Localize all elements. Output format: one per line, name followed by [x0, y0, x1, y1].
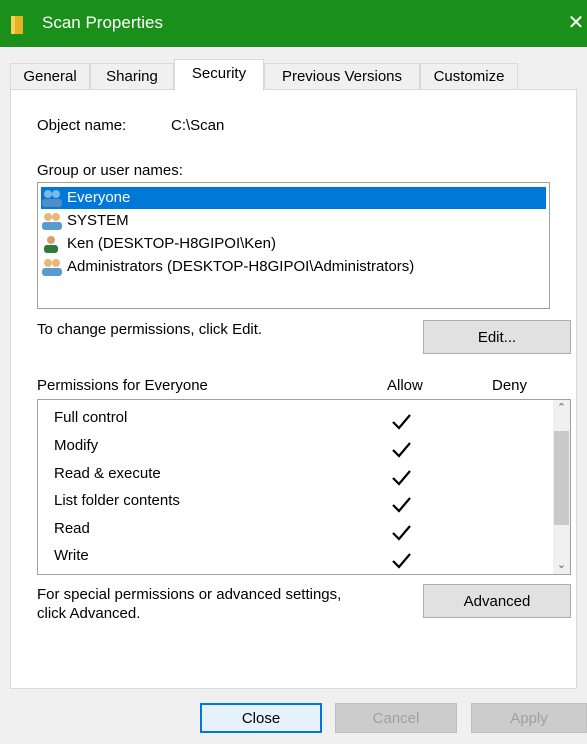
permission-read-execute: Read & execute: [54, 465, 161, 482]
object-name-label: Object name:: [37, 117, 127, 134]
tab-sharing[interactable]: Sharing: [90, 63, 174, 90]
permission-read: Read: [54, 520, 90, 537]
advanced-button[interactable]: Advanced: [423, 584, 571, 618]
permission-write: Write: [54, 547, 89, 564]
apply-button[interactable]: Apply: [471, 703, 587, 733]
permission-list-folder-contents: List folder contents: [54, 492, 180, 509]
close-button[interactable]: Close: [200, 703, 322, 733]
advanced-hint-line2: click Advanced.: [37, 605, 141, 622]
tab-previous-versions[interactable]: Previous Versions: [264, 63, 420, 90]
group-icon: [41, 212, 65, 231]
list-item-ken[interactable]: Ken (DESKTOP-H8GIPOI\Ken): [41, 233, 276, 255]
group-user-list[interactable]: Everyone SYSTEM Ken (DESKTOP-H8GIPOI\Ken…: [37, 182, 550, 309]
list-item-label: Administrators (DESKTOP-H8GIPOI\Administ…: [67, 258, 415, 275]
title-bar: Scan Properties ✕: [0, 0, 587, 47]
list-item-everyone[interactable]: Everyone: [41, 187, 546, 209]
permissions-list: Full control Modify Read & execute List …: [37, 399, 571, 575]
permissions-scrollbar[interactable]: ⌃ ⌄: [553, 400, 570, 574]
object-name-value: C:\Scan: [171, 117, 225, 134]
allow-check-icon: [390, 550, 412, 572]
allow-check-icon: [390, 494, 412, 516]
tab-customize[interactable]: Customize: [420, 63, 518, 90]
edit-button[interactable]: Edit...: [423, 320, 571, 354]
tab-strip: General Sharing Security Previous Versio…: [10, 59, 577, 91]
window-title: Scan Properties: [42, 13, 163, 32]
user-icon: [41, 235, 65, 254]
cancel-button[interactable]: Cancel: [335, 703, 457, 733]
allow-check-icon: [390, 411, 412, 433]
list-item-system[interactable]: SYSTEM: [41, 210, 129, 232]
list-item-administrators[interactable]: Administrators (DESKTOP-H8GIPOI\Administ…: [41, 256, 414, 278]
advanced-hint-line1: For special permissions or advanced sett…: [37, 586, 342, 603]
allow-column-header: Allow: [387, 377, 423, 394]
security-panel: Object name: C:\Scan Group or user names…: [10, 89, 577, 689]
scroll-up-icon[interactable]: ⌃: [553, 400, 570, 417]
allow-check-icon: [390, 522, 412, 544]
tab-general[interactable]: General: [10, 63, 90, 90]
allow-check-icon: [390, 439, 412, 461]
tab-security[interactable]: Security: [174, 59, 264, 91]
deny-column-header: Deny: [492, 377, 528, 394]
allow-check-icon: [390, 467, 412, 489]
group-icon: [41, 258, 65, 277]
list-item-label: SYSTEM: [67, 212, 129, 229]
scroll-thumb[interactable]: [554, 431, 569, 525]
permissions-header: Permissions for Everyone: [37, 377, 208, 394]
change-permissions-hint: To change permissions, click Edit.: [37, 321, 263, 338]
permission-full-control: Full control: [54, 409, 128, 426]
group-names-label: Group or user names:: [37, 162, 183, 179]
scroll-down-icon[interactable]: ⌄: [553, 557, 570, 574]
group-icon: [41, 189, 65, 208]
folder-icon: [10, 16, 26, 34]
list-item-label: Ken (DESKTOP-H8GIPOI\Ken): [67, 235, 276, 252]
dialog-footer: Close Cancel Apply: [0, 689, 587, 744]
list-item-label: Everyone: [67, 189, 131, 206]
permission-modify: Modify: [54, 437, 99, 454]
window-close-button[interactable]: ✕: [565, 8, 587, 38]
